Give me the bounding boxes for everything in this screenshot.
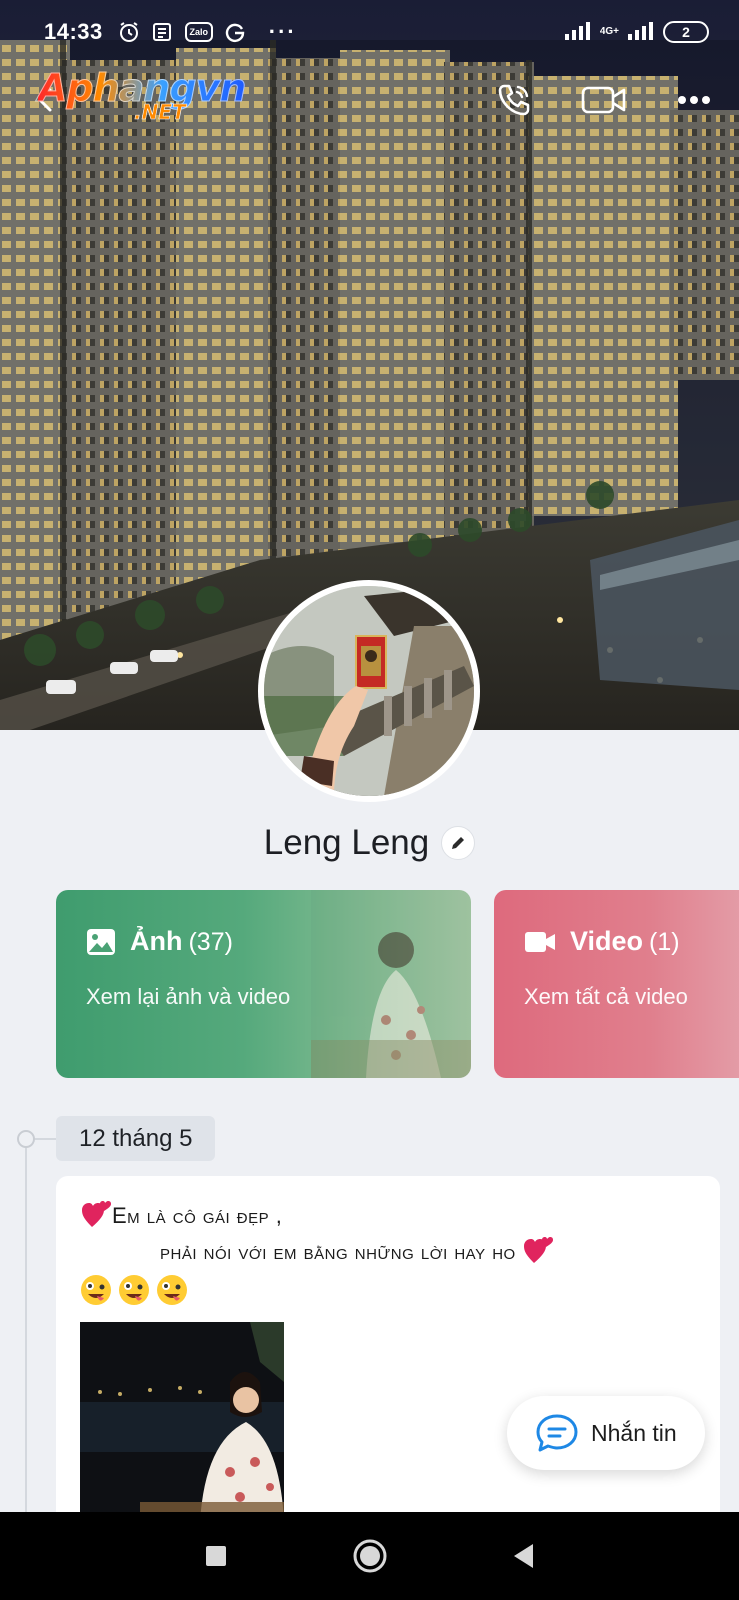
- photos-card[interactable]: Ảnh (37) Xem lại ảnh và video: [56, 890, 471, 1078]
- alarm-icon: [117, 20, 141, 44]
- timeline-connector: [34, 1138, 56, 1140]
- profile-header-actions: Aphangvn .NET: [0, 66, 739, 130]
- videos-card-title: Video: [570, 926, 644, 956]
- photos-card-subtitle: Xem lại ảnh và video: [86, 984, 291, 1009]
- image-icon: [87, 928, 115, 955]
- post-emoji-row: [80, 1274, 700, 1306]
- video-call-button[interactable]: [578, 74, 630, 126]
- video-icon: [525, 931, 555, 952]
- recents-square-icon: [206, 1546, 226, 1566]
- post-text: Em là cô gái đẹp , phải nói với em bằng …: [80, 1198, 700, 1306]
- profile-name: Leng Leng: [263, 823, 430, 862]
- signal-icon: [564, 20, 592, 45]
- chat-bubble-icon: [536, 1414, 578, 1452]
- post-line-1: Em là cô gái đẹp ,: [80, 1198, 700, 1234]
- call-button[interactable]: [488, 74, 540, 126]
- videos-card-title-row: Video (1): [524, 926, 680, 957]
- status-bar: 14:33 Zalo ··· 4G+ 2: [0, 0, 739, 64]
- two-hearts-icon: [82, 1201, 111, 1227]
- zany-face-emoji-icon: [81, 1275, 111, 1305]
- videos-card-subtitle: Xem tất cả video: [524, 984, 688, 1009]
- edit-name-button[interactable]: [441, 826, 476, 860]
- home-circle-icon: [353, 1539, 387, 1573]
- more-horizontal-icon: [678, 96, 710, 104]
- pencil-icon: [452, 837, 465, 849]
- zany-face-emoji-icon: [157, 1275, 187, 1305]
- phone-icon: [498, 84, 530, 116]
- post-line-1-text: Em là cô gái đẹp ,: [112, 1203, 283, 1228]
- nav-home-button[interactable]: [346, 1532, 394, 1580]
- watermark-logo: Aphangvn .NET: [37, 66, 268, 130]
- videos-card[interactable]: Video (1) Xem tất cả video: [494, 890, 739, 1078]
- nav-back-button[interactable]: [500, 1532, 548, 1580]
- videos-card-count: (1): [649, 928, 680, 956]
- photos-card-title: Ảnh: [130, 926, 183, 956]
- zany-face-emoji-icon: [119, 1275, 149, 1305]
- two-hearts-icon: [524, 1237, 554, 1263]
- network-type: 4G+: [599, 26, 619, 37]
- message-button-label: Nhắn tin: [591, 1419, 677, 1446]
- timeline-dot: [17, 1130, 35, 1148]
- nav-recents-button[interactable]: [192, 1532, 240, 1580]
- timeline-line: [25, 1138, 27, 1538]
- avatar[interactable]: [258, 580, 480, 802]
- more-options-button[interactable]: [668, 74, 720, 126]
- post-photo[interactable]: [80, 1322, 284, 1522]
- photos-card-preview-image: [311, 890, 471, 1078]
- more-dots-icon: ···: [268, 19, 297, 44]
- timeline-date-badge: 12 tháng 5: [56, 1116, 216, 1161]
- status-time: 14:33: [44, 19, 103, 44]
- timeline-post[interactable]: Em là cô gái đẹp , phải nói với em bằng …: [56, 1176, 720, 1536]
- signal-4g-icon: [627, 20, 655, 45]
- battery-icon: 2: [663, 21, 709, 43]
- avatar-image: [264, 586, 474, 796]
- system-nav-bar: [0, 1512, 739, 1600]
- profile-name-row: Leng Leng: [0, 818, 739, 868]
- message-button[interactable]: Nhắn tin: [507, 1396, 705, 1470]
- news-icon: [151, 20, 175, 44]
- zalo-icon: Zalo: [184, 22, 213, 42]
- photos-card-title-row: Ảnh (37): [86, 926, 233, 957]
- post-line-2: phải nói với em bằng những lời hay ho: [80, 1234, 700, 1270]
- video-camera-icon: [581, 86, 626, 114]
- post-line-2-text: phải nói với em bằng những lời hay ho: [160, 1239, 516, 1264]
- watermark-sub: .NET: [134, 100, 186, 125]
- back-triangle-icon: [514, 1544, 533, 1568]
- g-icon: [223, 20, 247, 44]
- photos-card-count: (37): [188, 928, 233, 956]
